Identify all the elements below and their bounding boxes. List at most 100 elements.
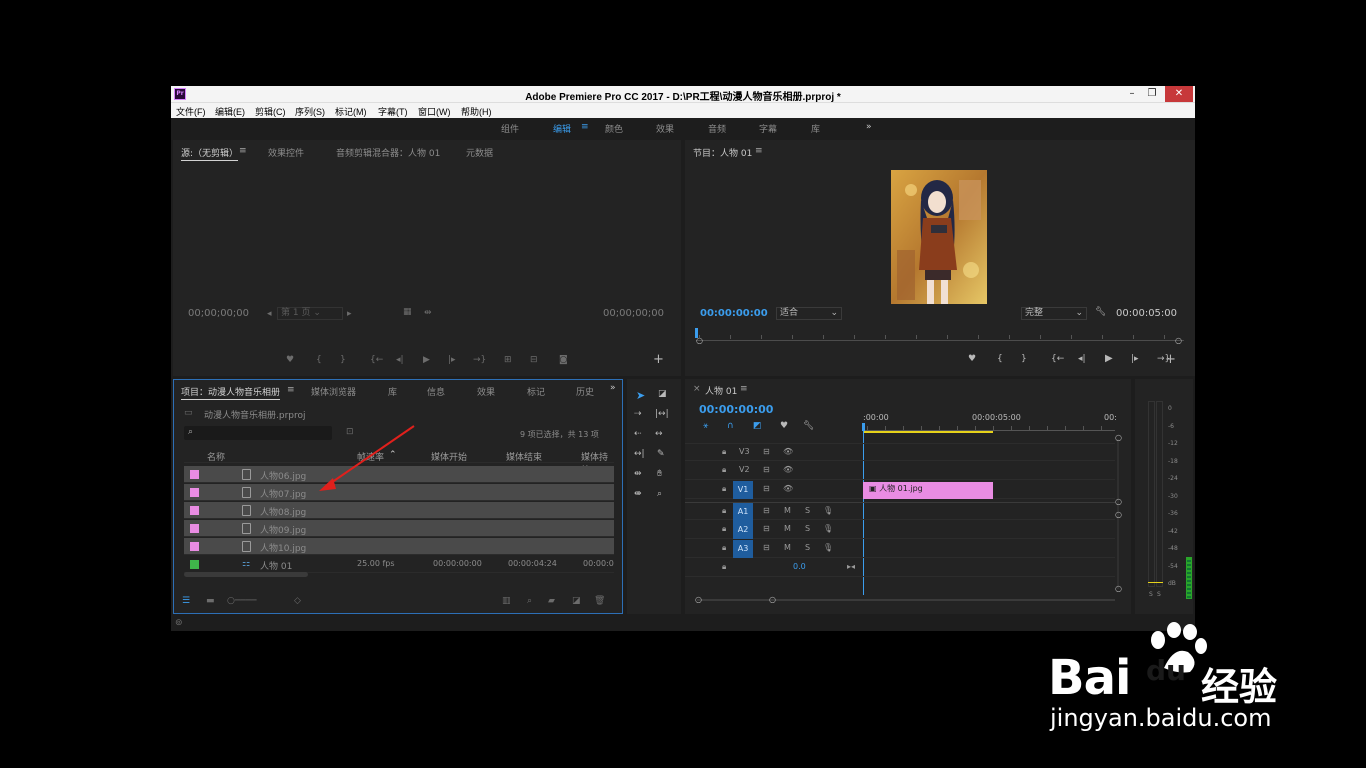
snap-icon[interactable]: ∩ <box>727 421 734 431</box>
lock-icon[interactable]: 🔒︎ <box>722 543 726 553</box>
mute-button[interactable]: M <box>784 506 791 515</box>
minimize-button[interactable]: – <box>1121 86 1143 102</box>
track-target-a1[interactable]: A1 <box>733 503 753 521</box>
eye-icon[interactable]: 👁︎ <box>783 484 793 493</box>
timeline-menu-icon[interactable]: ≡ <box>740 384 748 394</box>
horizontal-scrollbar[interactable] <box>184 572 308 577</box>
go-to-in-icon[interactable]: {← <box>1051 354 1064 364</box>
lock-icon[interactable]: 🔒︎ <box>722 465 726 475</box>
sync-lock-icon[interactable]: ⊟ <box>763 447 770 456</box>
workspace-more-icon[interactable]: » <box>866 122 872 132</box>
go-to-out-icon[interactable]: →} <box>473 355 486 365</box>
workspace-assembly[interactable]: 组件 <box>501 122 519 135</box>
workspace-effects[interactable]: 效果 <box>656 122 674 135</box>
icon-view-icon[interactable]: ▬ <box>206 596 215 606</box>
sync-lock-icon[interactable]: ⊟ <box>763 506 770 515</box>
label-color-swatch[interactable] <box>190 542 199 551</box>
tab-effect-controls[interactable]: 效果控件 <box>268 146 304 159</box>
render-status-icon[interactable]: ⊚ <box>175 618 183 628</box>
label-color-swatch[interactable] <box>190 560 199 569</box>
menu-file[interactable]: 文件(F) <box>176 105 206 118</box>
add-button-icon[interactable]: + <box>1165 352 1176 367</box>
linked-selection-icon[interactable]: ◩ <box>753 421 762 431</box>
go-to-end-icon[interactable]: ▸◂ <box>847 562 855 571</box>
zoom-slider-icon[interactable]: ○──── <box>227 596 257 606</box>
master-volume-value[interactable]: 0.0 <box>793 562 806 571</box>
tab-audio-clip-mixer[interactable]: 音频剪辑混合器：人物 01 <box>336 146 440 159</box>
program-scrubber[interactable] <box>696 340 1184 341</box>
sync-lock-icon[interactable]: ⊟ <box>763 465 770 474</box>
solo-button[interactable]: S <box>805 506 810 515</box>
step-back-icon[interactable]: ◂| <box>1078 354 1086 364</box>
lock-icon[interactable]: 🔒︎ <box>722 562 726 572</box>
rate-stretch-tool-icon[interactable]: ↔ <box>655 429 663 439</box>
track-target-a2[interactable]: A2 <box>733 521 753 539</box>
tab-program[interactable]: 节目：人物 01 <box>693 146 752 159</box>
menu-clip[interactable]: 剪辑(C) <box>255 105 286 118</box>
timeline-timecode[interactable]: 00:00:00:00 <box>699 403 773 416</box>
workspace-libraries[interactable]: 库 <box>811 122 820 135</box>
menu-window[interactable]: 窗口(W) <box>418 105 451 118</box>
restore-button[interactable]: ❐ <box>1141 86 1163 102</box>
label-color-swatch[interactable] <box>190 506 199 515</box>
tab-source[interactable]: 源:（无剪辑） <box>181 146 239 161</box>
sync-lock-icon[interactable]: ⊟ <box>763 484 770 493</box>
voiceover-mic-icon[interactable]: 🎙︎ <box>823 543 833 552</box>
sync-lock-icon[interactable]: ⊟ <box>763 524 770 533</box>
project-item-row[interactable]: 人物09.jpg <box>184 520 614 537</box>
play-icon[interactable]: ▶ <box>423 355 430 365</box>
lock-icon[interactable]: 🔒︎ <box>722 506 726 516</box>
horizontal-zoom-scrollbar[interactable] <box>697 599 1115 601</box>
project-more-icon[interactable]: » <box>610 383 616 393</box>
workspace-audio[interactable]: 音频 <box>708 122 726 135</box>
video-clip[interactable]: ▣ 人物 01.jpg <box>863 482 993 499</box>
selection-tool-icon[interactable]: ➤ <box>636 389 645 402</box>
project-item-row[interactable]: 人物08.jpg <box>184 502 614 519</box>
tab-info[interactable]: 信息 <box>427 385 445 398</box>
solo-button[interactable]: S <box>805 543 810 552</box>
label-color-swatch[interactable] <box>190 524 199 533</box>
timeline-settings-icon[interactable]: 🔧︎ <box>803 421 814 431</box>
project-item-row[interactable]: ⚏ 人物 01 25.00 fps 00:00:00:00 00:00:04:24 00:… <box>184 556 614 573</box>
program-timecode-current[interactable]: 00:00:00:00 <box>700 308 768 319</box>
mute-button[interactable]: M <box>784 524 791 533</box>
overwrite-icon[interactable]: ⊟ <box>530 355 538 365</box>
ripple-edit-tool-icon[interactable]: |↔| <box>655 409 669 419</box>
track-label[interactable]: V2 <box>739 465 750 474</box>
column-media-end[interactable]: 媒体结束 <box>506 450 542 463</box>
workspace-color[interactable]: 颜色 <box>605 122 623 135</box>
tab-libraries[interactable]: 库 <box>388 385 397 398</box>
add-marker-icon[interactable]: ♥ <box>286 355 294 365</box>
zoom-handle-right-icon[interactable]: ○ <box>1175 336 1182 345</box>
list-view-icon[interactable]: ☰ <box>182 596 190 606</box>
page-select[interactable]: 第 1 页 ⌄ <box>277 307 343 320</box>
settings-wrench-icon[interactable]: 🔧︎ <box>1095 307 1106 317</box>
mute-button[interactable]: M <box>784 543 791 552</box>
track-target-a3[interactable]: A3 <box>733 540 753 558</box>
work-area-bar[interactable] <box>863 431 993 433</box>
eye-icon[interactable]: 👁︎ <box>783 465 793 474</box>
next-page-icon[interactable]: ▸ <box>347 309 352 319</box>
scroll-handle-icon[interactable]: ○ <box>1115 584 1122 593</box>
slide-tool-icon[interactable]: ⇹ <box>634 469 642 479</box>
output-icon[interactable]: ⇹ <box>424 308 432 318</box>
track-select-tool-icon[interactable]: ⇢ <box>634 409 642 419</box>
project-item-row[interactable]: 人物10.jpg <box>184 538 614 555</box>
razor-tool-icon[interactable]: ◪ <box>658 389 667 399</box>
sequence-tab[interactable]: 人物 01 <box>705 384 737 397</box>
mark-in-icon[interactable]: { <box>316 355 322 365</box>
new-bin-icon[interactable]: ▰ <box>548 596 555 606</box>
scroll-handle-icon[interactable]: ○ <box>1115 510 1122 519</box>
hand-tool-icon[interactable]: ✋︎ <box>657 469 662 479</box>
mark-out-icon[interactable]: } <box>1021 354 1027 364</box>
tab-history[interactable]: 历史 <box>576 385 594 398</box>
eye-icon[interactable]: 👁︎ <box>783 447 793 456</box>
play-icon[interactable]: ▶ <box>1105 353 1113 364</box>
menu-help[interactable]: 帮助(H) <box>461 105 492 118</box>
automate-to-sequence-icon[interactable]: ▥ <box>502 596 511 606</box>
mark-out-icon[interactable]: } <box>340 355 346 365</box>
new-item-icon[interactable]: ◪ <box>572 596 581 606</box>
pen-tool-icon[interactable]: ✎ <box>657 449 665 459</box>
fit-select[interactable]: 适合 ⌄ <box>776 307 842 320</box>
lock-icon[interactable]: 🔒︎ <box>722 524 726 534</box>
